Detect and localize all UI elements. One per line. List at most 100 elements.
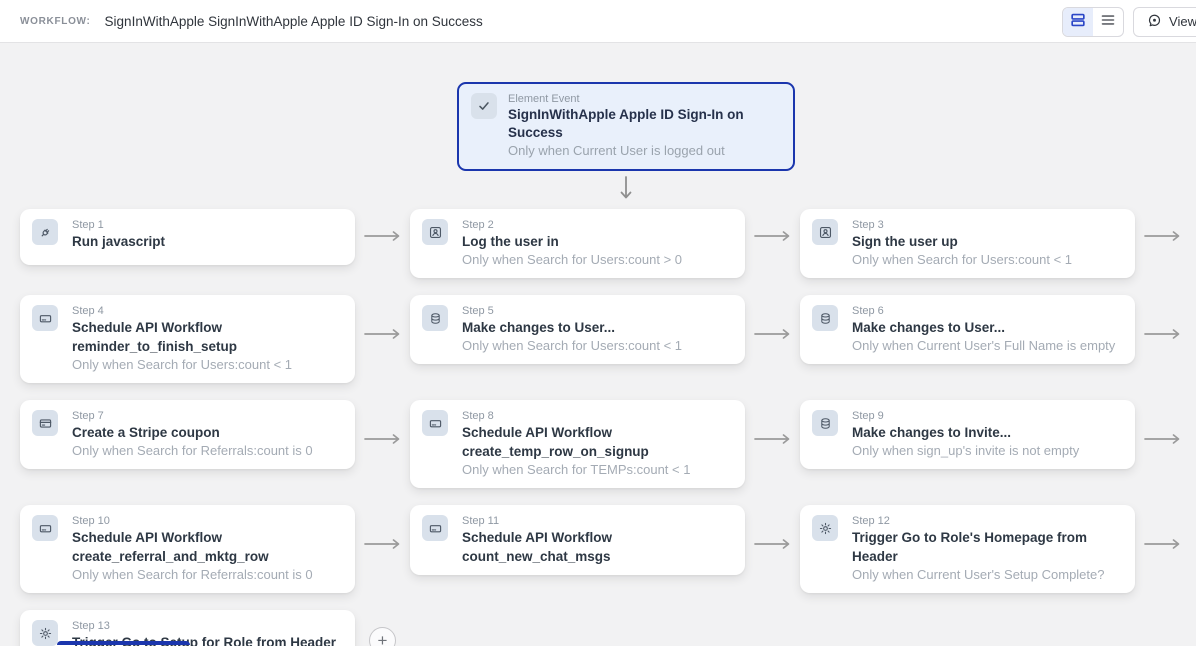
step-title: Create a Stripe coupon <box>72 425 220 440</box>
step-subtitle: create_temp_row_on_signup <box>462 444 649 459</box>
right-arrow-icon <box>363 229 402 247</box>
step-number-label: Step 6 <box>852 305 884 317</box>
next-step-arrow <box>355 400 410 482</box>
step-card[interactable]: Step 9 Make changes to Invite... Only wh… <box>800 400 1135 469</box>
step-title: Schedule API Workflow <box>462 425 613 440</box>
step-number-label: Step 9 <box>852 410 884 422</box>
step-condition: Only when sign_up's invite is not empty <box>852 443 1080 458</box>
next-step-arrow <box>355 505 410 587</box>
step-condition: Only when Search for Users:count < 1 <box>72 357 293 372</box>
step-title: Run javascript <box>72 234 166 249</box>
event-trigger-card[interactable]: Element Event SignInWithApple Apple ID S… <box>457 82 795 171</box>
next-step-arrow <box>745 209 800 267</box>
step-number-label: Step 10 <box>72 515 110 527</box>
gear-icon <box>32 620 58 646</box>
right-arrow-icon <box>1143 432 1182 450</box>
step-card[interactable]: Step 10 Schedule API Workflow create_ref… <box>20 505 355 593</box>
comment-bubble-icon <box>1146 12 1163 32</box>
step-title: Make changes to User... <box>462 320 616 335</box>
step-card[interactable]: Step 7 Create a Stripe coupon Only when … <box>20 400 355 469</box>
step-card-slot: Step 8 Schedule API Workflow create_temp… <box>410 400 745 488</box>
user-icon <box>812 219 838 245</box>
database-icon <box>812 305 838 331</box>
next-step-arrow <box>1135 209 1190 267</box>
next-step-arrow <box>355 295 410 377</box>
next-step-arrow <box>1135 400 1190 482</box>
right-arrow-icon <box>1143 327 1182 345</box>
step-card[interactable]: Step 8 Schedule API Workflow create_temp… <box>410 400 745 488</box>
card-view-button[interactable] <box>1063 7 1094 36</box>
workflow-title: SignInWithApple SignInWithApple Apple ID… <box>104 13 483 29</box>
step-number-label: Step 1 <box>72 219 104 231</box>
api-workflow-icon <box>422 410 448 436</box>
workflow-canvas: Element Event SignInWithApple Apple ID S… <box>0 43 1196 646</box>
right-arrow-icon <box>363 432 402 450</box>
step-number-label: Step 13 <box>72 620 110 632</box>
step-condition: Only when Current User's Full Name is em… <box>852 338 1116 353</box>
step-card[interactable]: Step 6 Make changes to User... Only when… <box>800 295 1135 364</box>
step-number-label: Step 11 <box>462 515 500 527</box>
step-number-label: Step 12 <box>852 515 890 527</box>
step-condition: Only when Current User's Setup Complete? <box>852 567 1105 582</box>
trigger-title: SignInWithApple Apple ID Sign-In on Succ… <box>508 107 744 140</box>
database-icon <box>422 305 448 331</box>
next-step-arrow <box>745 400 800 482</box>
gear-icon <box>812 515 838 541</box>
step-condition: Only when Search for Users:count < 1 <box>462 338 683 353</box>
view-button[interactable]: View <box>1133 6 1196 37</box>
step-card[interactable]: Step 12 Trigger Go to Role's Homepage fr… <box>800 505 1135 593</box>
step-card[interactable]: Step 2 Log the user in Only when Search … <box>410 209 745 278</box>
step-card-slot: Step 11 Schedule API Workflow count_new_… <box>410 505 745 575</box>
step-subtitle: count_new_chat_msgs <box>462 549 611 564</box>
step-card-slot: Step 4 Schedule API Workflow reminder_to… <box>20 295 355 383</box>
step-number-label: Step 3 <box>852 219 884 231</box>
plugin-icon <box>32 219 58 245</box>
workflow-header: WORKFLOW: SignInWithApple SignInWithAppl… <box>0 0 1196 43</box>
step-card-slot: Step 2 Log the user in Only when Search … <box>410 209 745 278</box>
step-card-slot: Step 9 Make changes to Invite... Only wh… <box>800 400 1135 469</box>
next-step-arrow <box>1135 295 1190 377</box>
trigger-type-label: Element Event <box>508 93 580 105</box>
step-card-slot: Step 10 Schedule API Workflow create_ref… <box>20 505 355 593</box>
step-number-label: Step 4 <box>72 305 104 317</box>
step-title: Make changes to User... <box>852 320 1006 335</box>
api-workflow-icon <box>32 305 58 331</box>
list-view-button[interactable] <box>1093 8 1123 36</box>
step-condition: Only when Search for Users:count > 0 <box>462 252 683 267</box>
next-step-arrow <box>1135 505 1190 587</box>
step-number-label: Step 2 <box>462 219 494 231</box>
api-workflow-icon <box>32 515 58 541</box>
step-title: Log the user in <box>462 234 559 249</box>
step-condition: Only when Search for Users:count < 1 <box>852 252 1073 267</box>
step-card[interactable]: Step 11 Schedule API Workflow count_new_… <box>410 505 745 575</box>
workflow-label: WORKFLOW: <box>20 15 91 27</box>
step-card-slot: Step 5 Make changes to User... Only when… <box>410 295 745 364</box>
step-card-slot: Step 6 Make changes to User... Only when… <box>800 295 1135 364</box>
offscreen-card-edge <box>57 641 190 645</box>
right-arrow-icon <box>363 537 402 555</box>
checkmark-icon <box>471 93 497 119</box>
step-card[interactable]: Step 3 Sign the user up Only when Search… <box>800 209 1135 278</box>
add-step-button[interactable]: + <box>369 626 396 646</box>
list-view-icon <box>1098 10 1118 33</box>
step-condition: Only when Search for Referrals:count is … <box>72 443 313 458</box>
trigger-condition: Only when Current User is logged out <box>508 143 725 158</box>
credit-card-icon <box>32 410 58 436</box>
step-card[interactable]: Step 5 Make changes to User... Only when… <box>410 295 745 364</box>
right-arrow-icon <box>753 432 792 450</box>
right-arrow-icon <box>753 327 792 345</box>
right-arrow-icon <box>1143 229 1182 247</box>
cards-view-icon <box>1068 10 1088 33</box>
step-card-slot: Step 1 Run javascript <box>20 209 355 265</box>
step-grid: Step 1 Run javascript Step 2 Log the use… <box>0 209 1196 646</box>
step-card[interactable]: Step 1 Run javascript <box>20 209 355 265</box>
step-number-label: Step 8 <box>462 410 494 422</box>
database-icon <box>812 410 838 436</box>
step-card-slot: Step 3 Sign the user up Only when Search… <box>800 209 1135 278</box>
right-arrow-icon <box>753 229 792 247</box>
view-mode-toggle <box>1062 6 1125 37</box>
step-condition: Only when Search for TEMPs:count < 1 <box>462 462 691 477</box>
step-number-label: Step 5 <box>462 305 494 317</box>
step-card[interactable]: Step 4 Schedule API Workflow reminder_to… <box>20 295 355 383</box>
view-button-label: View <box>1169 14 1196 29</box>
